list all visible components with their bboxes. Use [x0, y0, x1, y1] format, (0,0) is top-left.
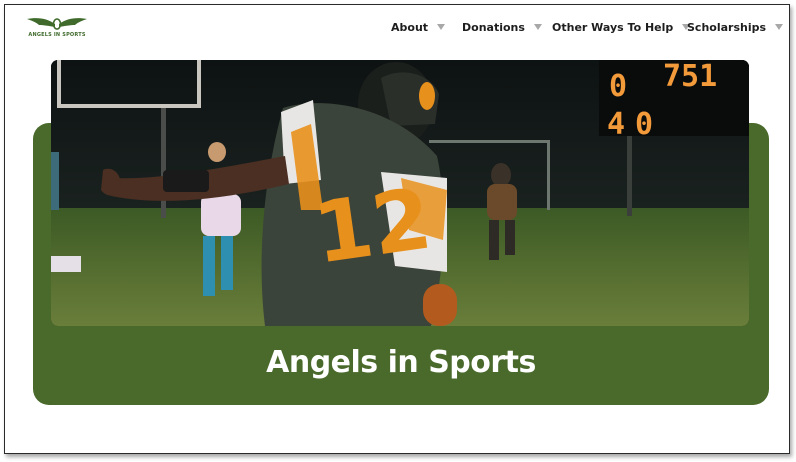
scoreboard-digit: 4: [607, 107, 625, 142]
hero-photo: 0 751 4 0 12: [51, 60, 749, 326]
nav-scholarships-label: Scholarships: [687, 20, 767, 34]
nav-other-ways-label: Other Ways To Help: [552, 20, 674, 34]
wings-logo-icon: [27, 18, 87, 30]
nav-other-ways-to-help[interactable]: Other Ways To Help: [552, 19, 691, 35]
nav-about-label: About: [391, 20, 429, 34]
chevron-down-icon: [775, 24, 784, 30]
scoreboard-digit: 751: [663, 60, 717, 94]
chevron-down-icon: [533, 24, 542, 30]
nav-scholarships[interactable]: Scholarships: [687, 19, 784, 35]
scoreboard-digit: 0: [635, 107, 653, 142]
nav-about[interactable]: About: [391, 19, 446, 35]
scoreboard-digit: 0: [609, 69, 627, 104]
football-scene-illustration: 0 751 4 0 12: [51, 60, 749, 326]
page-frame: ANGELS IN SPORTS About Donations Other W…: [4, 4, 790, 454]
chevron-down-icon: [437, 24, 446, 30]
site-logo[interactable]: ANGELS IN SPORTS: [25, 15, 89, 41]
nav-donations-label: Donations: [462, 20, 525, 34]
nav-donations[interactable]: Donations: [462, 19, 542, 35]
hero-title: Angels in Sports: [266, 345, 536, 380]
logo-text: ANGELS IN SPORTS: [28, 32, 86, 38]
